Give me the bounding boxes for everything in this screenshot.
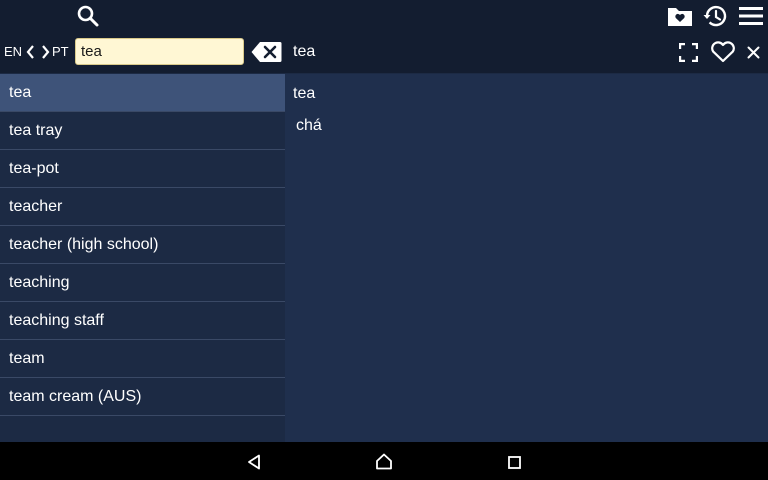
recent-apps-icon[interactable] (508, 456, 521, 469)
list-item[interactable]: teacher (0, 188, 285, 226)
search-input[interactable] (76, 39, 243, 64)
current-word-header: tea (293, 43, 316, 60)
history-icon[interactable] (702, 4, 728, 28)
list-item[interactable]: team cream (AUS) (0, 378, 285, 416)
close-icon[interactable] (747, 46, 760, 59)
word-list: tea tea tray tea-pot teacher teacher (hi… (0, 74, 285, 442)
heart-favorite-icon[interactable] (710, 41, 736, 63)
search-field[interactable] (75, 38, 244, 65)
language-search-bar: EN PT tea (0, 33, 768, 73)
favorites-folder-icon[interactable] (667, 5, 693, 27)
fullscreen-icon[interactable] (679, 43, 698, 62)
home-icon[interactable] (375, 453, 393, 470)
list-item[interactable]: team (0, 340, 285, 378)
top-toolbar (0, 0, 768, 33)
entry-word: tea (293, 85, 316, 102)
entry-translation: chá (296, 117, 322, 134)
clear-search-icon[interactable] (251, 41, 282, 63)
translation-panel: tea chá (285, 74, 768, 442)
menu-icon[interactable] (739, 6, 763, 26)
list-item[interactable]: tea-pot (0, 150, 285, 188)
list-item[interactable]: teaching staff (0, 302, 285, 340)
target-language-label[interactable]: PT (52, 44, 69, 59)
list-item[interactable]: teacher (high school) (0, 226, 285, 264)
back-icon[interactable] (247, 454, 261, 470)
list-item[interactable]: teaching (0, 264, 285, 302)
list-item[interactable]: tea tray (0, 112, 285, 150)
swap-languages-icon[interactable] (26, 44, 50, 60)
source-language-label[interactable]: EN (4, 44, 22, 59)
system-navigation-bar (0, 442, 768, 480)
list-item[interactable]: tea (0, 74, 285, 112)
search-icon[interactable] (76, 4, 100, 28)
